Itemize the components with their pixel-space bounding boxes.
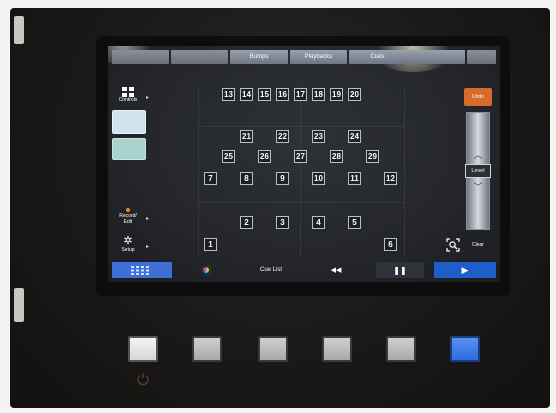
fixture-11[interactable]: 11 (348, 172, 361, 185)
fixture-8[interactable]: 8 (240, 172, 253, 185)
color-wheel-icon (201, 265, 211, 275)
fixture-20[interactable]: 20 (348, 88, 361, 101)
undo-button[interactable]: Undo (464, 88, 492, 106)
fixture-28[interactable]: 28 (330, 150, 343, 163)
fixture-18[interactable]: 18 (312, 88, 325, 101)
tab-blank-3[interactable] (408, 50, 466, 64)
setup-label: Setup (121, 246, 135, 253)
gear-icon: ✲ (123, 234, 133, 247)
hardware-key-2[interactable] (192, 336, 222, 362)
chevron-down-icon: ﹀ (473, 182, 483, 192)
fixture-2[interactable]: 2 (240, 216, 253, 229)
tab-playbacks[interactable]: Playbacks (289, 50, 347, 64)
fixture-19[interactable]: 19 (330, 88, 343, 101)
hardware-key-6[interactable] (450, 336, 480, 362)
play-button[interactable]: ▶ (434, 262, 496, 278)
bottom-bar: Cue List ◀◀ ❚❚ ▶ (112, 262, 496, 278)
fixture-3[interactable]: 3 (276, 216, 289, 229)
fixture-17[interactable]: 17 (294, 88, 307, 101)
fixture-16[interactable]: 16 (276, 88, 289, 101)
keypad-grid-icon (131, 265, 149, 275)
sidebar-panel-button[interactable] (112, 110, 146, 134)
fixture-4[interactable]: 4 (312, 216, 325, 229)
locate-icon[interactable] (446, 238, 460, 252)
fixture-23[interactable]: 23 (312, 130, 325, 143)
chevron-right-icon: ▸ (145, 243, 149, 250)
housing-edge-tab (14, 288, 24, 322)
fixture-10[interactable]: 10 (312, 172, 325, 185)
chevron-right-icon: ▸ (145, 94, 149, 101)
fixture-1[interactable]: 1 (204, 238, 217, 251)
clear-button[interactable]: Clear (472, 242, 484, 248)
color-picker-button[interactable] (198, 262, 214, 278)
fixture-13[interactable]: 13 (222, 88, 235, 101)
grid-line (198, 202, 404, 203)
grid-line (198, 86, 199, 256)
pause-button[interactable]: ❚❚ (376, 262, 424, 278)
tab-blank-2[interactable] (171, 50, 229, 64)
hardware-key-3[interactable] (258, 336, 288, 362)
top-tab-bar: Bumps Playbacks Cues (112, 50, 497, 64)
rewind-button[interactable]: ◀◀ (316, 262, 356, 278)
fixture-15[interactable]: 15 (258, 88, 271, 101)
fixture-21[interactable]: 21 (240, 130, 253, 143)
tab-bumps[interactable]: Bumps (230, 50, 288, 64)
fixture-25[interactable]: 25 (222, 150, 235, 163)
fixture-27[interactable]: 27 (294, 150, 307, 163)
hardware-key-1[interactable] (128, 336, 158, 362)
record-edit-button[interactable]: Record/ Edit ▸ (112, 204, 149, 228)
tab-blank-4[interactable] (467, 50, 497, 64)
tab-blank-1[interactable] (112, 50, 170, 64)
setup-button[interactable]: ✲ Setup ▸ (112, 232, 149, 256)
hardware-key-4[interactable] (322, 336, 352, 362)
chevron-right-icon: ▸ (145, 215, 149, 222)
level-handle[interactable]: Level (465, 164, 491, 178)
grid-line (300, 86, 301, 256)
hardware-key-5[interactable] (386, 336, 416, 362)
fixture-26[interactable]: 26 (258, 150, 271, 163)
grid-line (198, 126, 404, 127)
fixture-24[interactable]: 24 (348, 130, 361, 143)
keypad-button[interactable] (112, 262, 172, 278)
fixture-22[interactable]: 22 (276, 130, 289, 143)
fixture-6[interactable]: 6 (384, 238, 397, 251)
grid-line (404, 86, 405, 256)
fixture-5[interactable]: 5 (348, 216, 361, 229)
fixture-14[interactable]: 14 (240, 88, 253, 101)
fixture-12[interactable]: 12 (384, 172, 397, 185)
touch-screen[interactable]: Bumps Playbacks Cues Controls ▸ Record/ … (108, 46, 500, 282)
housing-edge-tab (14, 16, 24, 44)
controls-button[interactable]: Controls ▸ (112, 82, 149, 108)
chevron-up-icon: ︿ (473, 150, 483, 160)
record-dot-icon (126, 207, 130, 212)
tab-cues[interactable]: Cues (348, 50, 407, 64)
fixture-29[interactable]: 29 (366, 150, 379, 163)
fixture-9[interactable]: 9 (276, 172, 289, 185)
sidebar-selected-button[interactable] (112, 138, 146, 160)
power-icon[interactable] (136, 372, 150, 386)
grid-icon (122, 87, 134, 97)
cue-list-button[interactable]: Cue List (246, 262, 296, 278)
record-edit-label: Record/ Edit (119, 212, 137, 225)
fixture-7[interactable]: 7 (204, 172, 217, 185)
level-fader[interactable]: ︿ Level ﹀ (465, 112, 491, 230)
controls-label: Controls (118, 97, 138, 103)
